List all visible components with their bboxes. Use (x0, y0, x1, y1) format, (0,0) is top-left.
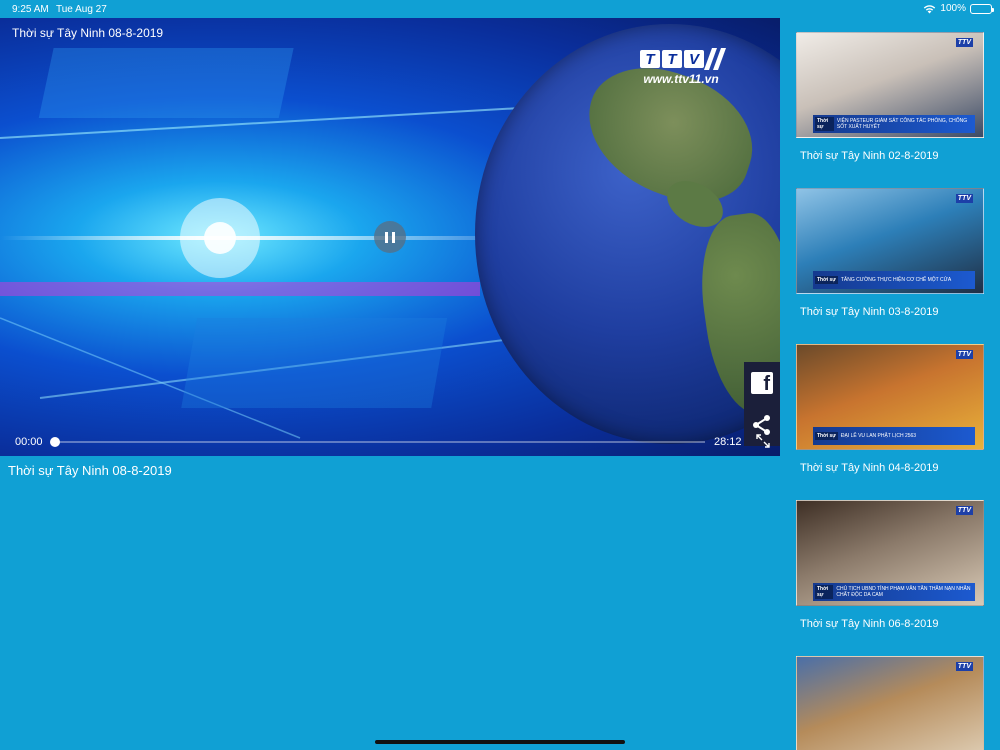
video-player[interactable]: Thời sự Tây Ninh 08-8-2019 T T V www.ttv… (0, 18, 780, 456)
home-indicator[interactable] (375, 740, 625, 744)
progress-slider[interactable] (50, 437, 705, 447)
ttv-logo: T T V www.ttv11.vn (640, 48, 727, 86)
share-icon[interactable] (751, 414, 773, 436)
pause-icon (385, 231, 388, 243)
video-thumbnail[interactable]: TTV (796, 656, 984, 750)
list-item[interactable]: TTV Thời sự VIỆN PASTEUR GIÁM SÁT CÔNG TÁ… (796, 32, 984, 162)
video-thumbnail[interactable]: TTV Thời sự VIỆN PASTEUR GIÁM SÁT CÔNG TÁ… (796, 32, 984, 138)
video-thumbnail[interactable]: TTV Thời sự CHỦ TỊCH UBND TỈNH PHẠM VĂN T… (796, 500, 984, 606)
battery-percent: 100% (940, 3, 966, 14)
related-videos-list: TTV Thời sự VIỆN PASTEUR GIÁM SÁT CÔNG TÁ… (780, 18, 1000, 750)
video-title[interactable]: Thời sự Tây Ninh 06-8-2019 (800, 618, 984, 630)
pause-button[interactable] (374, 221, 406, 253)
status-date: Tue Aug 27 (56, 4, 107, 15)
list-item[interactable]: TTV Thời sự TĂNG CƯỜNG THỰC HIỆN CƠ CHẾ M… (796, 188, 984, 318)
video-title[interactable]: Thời sự Tây Ninh 02-8-2019 (800, 150, 984, 162)
player-title: Thời sự Tây Ninh 08-8-2019 (12, 26, 164, 40)
fullscreen-icon[interactable] (756, 434, 770, 453)
status-bar: 9:25 AM Tue Aug 27 100% (0, 0, 1000, 18)
list-item[interactable]: TTV Thời sự CHỦ TỊCH UBND TỈNH PHẠM VĂN T… (796, 500, 984, 630)
video-title[interactable]: Thời sự Tây Ninh 03-8-2019 (800, 306, 984, 318)
total-time: 28:12 (714, 436, 742, 448)
video-thumbnail[interactable]: TTV Thời sự TĂNG CƯỜNG THỰC HIỆN CƠ CHẾ M… (796, 188, 984, 294)
battery-icon (970, 3, 994, 14)
list-item[interactable]: TTV Thời sự ĐẠI LỄ VU LAN PHẬT LỊCH 2563 … (796, 344, 984, 474)
current-time: 00:00 (15, 436, 43, 448)
wifi-icon (923, 4, 936, 14)
ttv-url: www.ttv11.vn (643, 72, 719, 86)
video-caption: Thời sự Tây Ninh 08-8-2019 (8, 463, 172, 478)
list-item[interactable]: TTV (796, 656, 984, 750)
status-time: 9:25 AM (12, 4, 49, 15)
status-right: 100% (923, 3, 994, 14)
progress-knob[interactable] (50, 437, 60, 447)
video-thumbnail[interactable]: TTV Thời sự ĐẠI LỄ VU LAN PHẬT LỊCH 2563 (796, 344, 984, 450)
facebook-icon[interactable]: f (751, 372, 773, 394)
video-title[interactable]: Thời sự Tây Ninh 04-8-2019 (800, 462, 984, 474)
